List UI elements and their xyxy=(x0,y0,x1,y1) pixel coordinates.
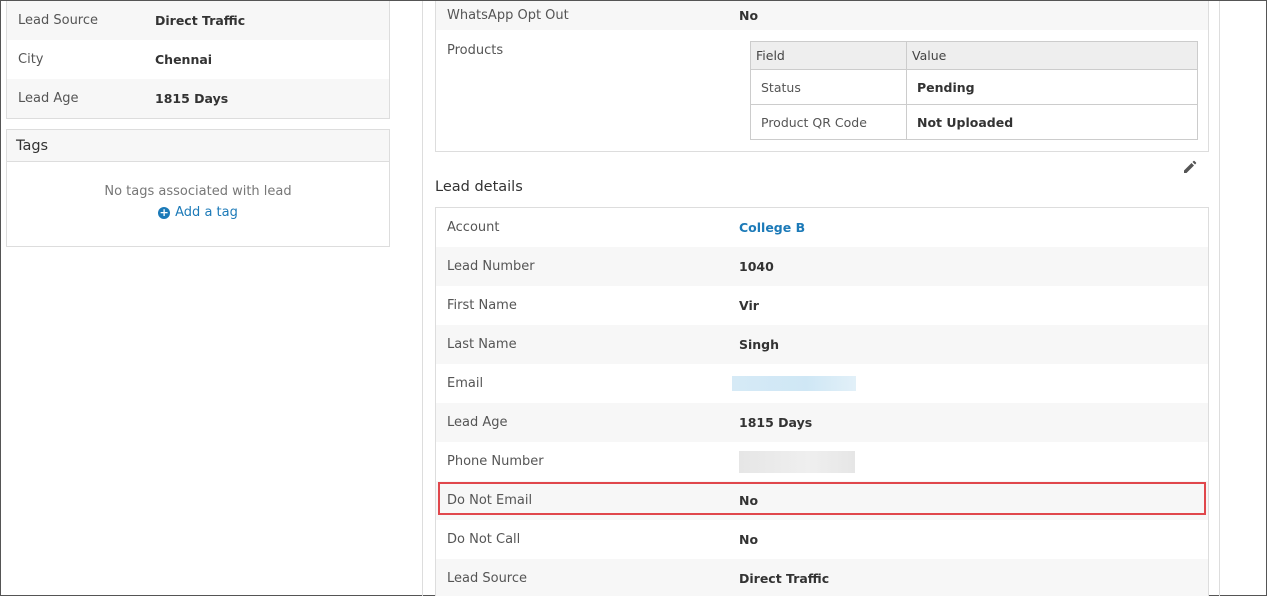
lead-summary-box: Lead Source Direct Traffic City Chennai … xyxy=(6,1,390,119)
summary-value: Direct Traffic xyxy=(155,13,246,28)
summary-value: 1815 Days xyxy=(155,91,229,106)
tags-title: Tags xyxy=(7,130,389,162)
products-table-header: Field Value xyxy=(750,41,1198,70)
field-row-lead-age: Lead Age 1815 Days xyxy=(436,403,1208,442)
field-value: Singh xyxy=(739,337,780,352)
field-value: No xyxy=(739,8,759,23)
field-label: Email xyxy=(447,376,484,391)
field-row-whatsapp-opt-out: WhatsApp Opt Out No xyxy=(436,1,1208,30)
pencil-icon[interactable] xyxy=(1182,159,1198,175)
field-value: 1040 xyxy=(739,259,774,274)
field-label: Do Not Call xyxy=(447,532,521,547)
summary-row-city: City Chennai xyxy=(7,40,389,79)
lead-details-box: Account College B Lead Number 1040 First… xyxy=(435,207,1209,596)
redacted-phone-value xyxy=(739,450,855,473)
table-cell-field: Product QR Code xyxy=(750,104,907,140)
redacted-email-value xyxy=(732,376,856,391)
lead-details-title: Lead details xyxy=(435,179,523,195)
lead-summary-column: Lead Source Direct Traffic City Chennai … xyxy=(6,1,390,247)
field-row-first-name: First Name Vir xyxy=(436,286,1208,325)
field-label: Lead Number xyxy=(447,259,535,274)
field-value: No xyxy=(739,493,759,508)
field-label: First Name xyxy=(447,298,517,313)
summary-label: Lead Source xyxy=(18,13,99,28)
field-row-phone-number: Phone Number xyxy=(436,442,1208,481)
summary-label: Lead Age xyxy=(18,91,79,106)
table-cell-value: Not Uploaded xyxy=(906,104,1198,140)
field-value: No xyxy=(739,532,759,547)
field-value: 1815 Days xyxy=(739,415,813,430)
summary-row-lead-source: Lead Source Direct Traffic xyxy=(7,1,389,40)
table-cell-field: Status xyxy=(750,69,907,105)
summary-row-lead-age: Lead Age 1815 Days xyxy=(7,79,389,118)
products-label: Products xyxy=(447,43,504,58)
field-value: Vir xyxy=(739,298,759,313)
custom-fields-box: WhatsApp Opt Out No Products Field Value… xyxy=(435,1,1209,152)
field-value: Direct Traffic xyxy=(739,571,830,586)
column-header-value: Value xyxy=(906,41,1198,70)
account-link[interactable]: College B xyxy=(739,220,805,235)
field-label: WhatsApp Opt Out xyxy=(447,8,569,23)
table-row: Status Pending xyxy=(750,69,1198,105)
field-label: Last Name xyxy=(447,337,517,352)
field-label: Phone Number xyxy=(447,454,544,469)
column-header-field: Field xyxy=(750,41,907,70)
field-row-last-name: Last Name Singh xyxy=(436,325,1208,364)
table-cell-value: Pending xyxy=(906,69,1198,105)
field-row-do-not-call: Do Not Call No xyxy=(436,520,1208,559)
field-label: Do Not Email xyxy=(447,493,533,508)
field-row-account: Account College B xyxy=(436,208,1208,247)
table-row: Product QR Code Not Uploaded xyxy=(750,104,1198,140)
add-tag-link[interactable]: + Add a tag xyxy=(7,205,389,220)
add-tag-label: Add a tag xyxy=(175,205,238,220)
summary-value: Chennai xyxy=(155,52,213,67)
plus-circle-icon: + xyxy=(158,205,171,219)
field-row-do-not-email: Do Not Email No xyxy=(436,481,1208,520)
tags-empty-message: No tags associated with lead xyxy=(104,184,292,199)
field-label: Account xyxy=(447,220,500,235)
field-row-lead-source: Lead Source Direct Traffic xyxy=(436,559,1208,596)
summary-label: City xyxy=(18,52,44,67)
field-row-lead-number: Lead Number 1040 xyxy=(436,247,1208,286)
field-label: Lead Age xyxy=(447,415,508,430)
lead-details-column: WhatsApp Opt Out No Products Field Value… xyxy=(422,1,1220,596)
tags-panel: Tags No tags associated with lead + Add … xyxy=(6,129,390,247)
products-table: Field Value Status Pending Product QR Co… xyxy=(750,41,1198,140)
field-row-email: Email xyxy=(436,364,1208,403)
field-label: Lead Source xyxy=(447,571,528,586)
